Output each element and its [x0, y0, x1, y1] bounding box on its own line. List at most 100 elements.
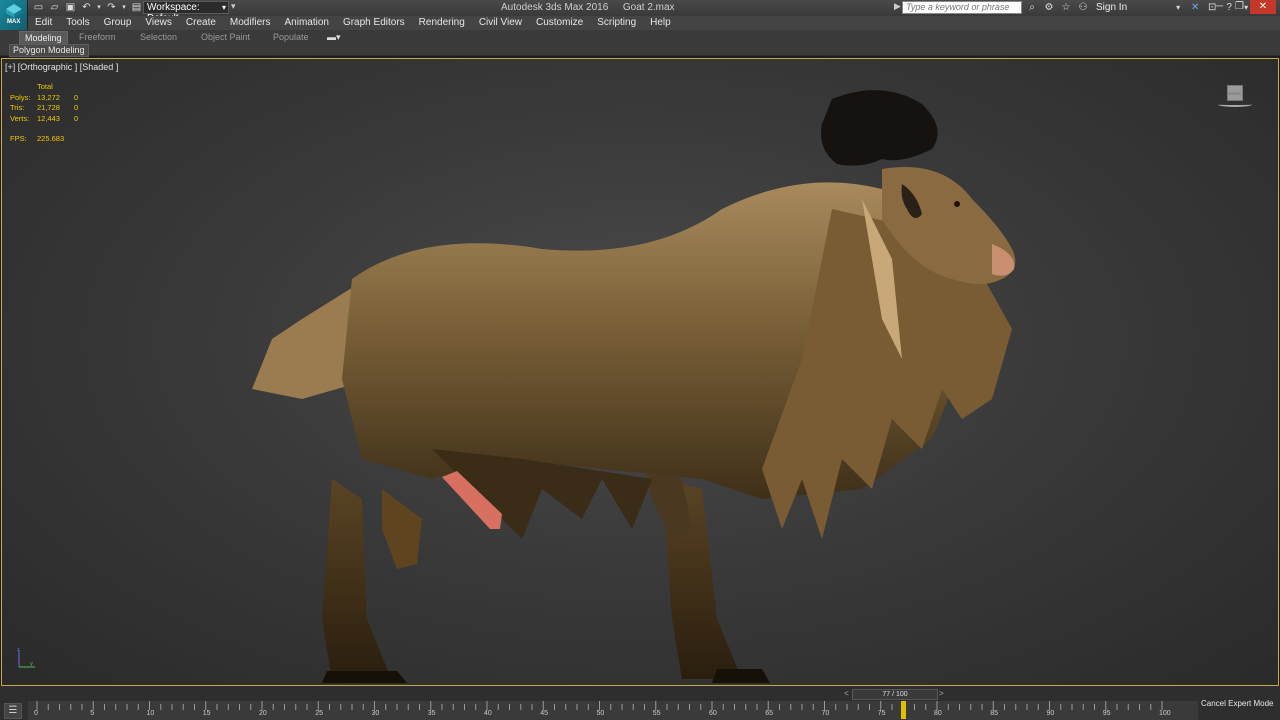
- menu-scripting[interactable]: Scripting: [590, 16, 643, 30]
- stats-total: 12,443: [37, 113, 60, 123]
- track-tick-label: 0: [34, 710, 38, 717]
- menu-create[interactable]: Create: [179, 16, 223, 30]
- menu-civil-view[interactable]: Civil View: [472, 16, 529, 30]
- time-slider[interactable]: 77 / 100: [852, 689, 938, 700]
- tab-selection[interactable]: Selection: [140, 31, 177, 43]
- redo-dropdown-icon[interactable]: ▾: [121, 1, 127, 14]
- chevron-down-icon: ▾: [221, 3, 226, 12]
- app-menu-button[interactable]: MAX: [0, 0, 28, 30]
- stats-row-verts: Verts: 12,443 0: [10, 114, 78, 125]
- user-icon[interactable]: ⚇: [1077, 1, 1089, 14]
- menu-modifiers[interactable]: Modifiers: [223, 16, 278, 30]
- stats-row-tris: Tris: 21,728 0: [10, 103, 78, 114]
- track-tick-label: 80: [934, 710, 942, 717]
- time-slider-next-icon[interactable]: >: [939, 689, 944, 698]
- viewcube[interactable]: RIGHT: [1218, 85, 1252, 107]
- viewport-label[interactable]: [+] [Orthographic ] [Shaded ]: [5, 62, 118, 72]
- star-icon[interactable]: ☆: [1060, 1, 1072, 14]
- toolbar-overflow-icon[interactable]: ▾: [231, 1, 236, 12]
- stats-row-fps: FPS: 225.683: [10, 134, 78, 145]
- tab-object-paint[interactable]: Object Paint: [201, 31, 250, 43]
- menu-help[interactable]: Help: [643, 16, 678, 30]
- track-ticks: [36, 701, 1163, 710]
- subscription-icon[interactable]: ⚙: [1043, 1, 1055, 14]
- tab-freeform[interactable]: Freeform: [79, 31, 116, 43]
- polygon-modeling-panel[interactable]: Polygon Modeling: [9, 44, 89, 57]
- track-tick-label: 60: [709, 710, 717, 717]
- track-tick-label: 75: [877, 710, 886, 717]
- track-tick-label: 100: [1159, 710, 1171, 717]
- undo-dropdown-icon[interactable]: ▾: [96, 1, 102, 14]
- file-name: Goat 2.max: [622, 2, 675, 13]
- track-tick-label: 50: [596, 710, 605, 717]
- 3dsmax-logo-icon: [6, 4, 22, 18]
- save-icon[interactable]: ▣: [64, 1, 77, 14]
- tab-populate[interactable]: Populate: [273, 31, 309, 43]
- playhead[interactable]: [901, 701, 907, 719]
- track-tick-label: 70: [821, 710, 830, 717]
- cancel-expert-mode-button[interactable]: Cancel Expert Mode: [1201, 699, 1273, 708]
- track-bar[interactable]: 0 5 10 15 20 25 30 35 40 45 50 55 60 65 70 75 80 85 90 95 10…: [28, 701, 1198, 720]
- track-tick-label: 55: [652, 710, 661, 717]
- track-tick-label: 40: [484, 710, 492, 717]
- svg-text:y: y: [30, 661, 33, 667]
- svg-text:z: z: [17, 647, 20, 653]
- sign-in-button[interactable]: Sign In: [1096, 2, 1127, 13]
- search-input[interactable]: Type a keyword or phrase: [902, 1, 1022, 14]
- viewport-orthographic[interactable]: [+] [Orthographic ] [Shaded ] Total Poly…: [1, 58, 1279, 686]
- binoculars-icon[interactable]: ⌕: [1026, 1, 1038, 14]
- track-tick-label: 65: [765, 710, 774, 717]
- app-title: Autodesk 3ds Max 2016: [501, 2, 609, 13]
- track-tick-label: 20: [259, 710, 267, 717]
- new-file-icon[interactable]: ▭: [32, 1, 45, 14]
- stats-selected: 0: [74, 92, 79, 102]
- track-tick-label: 25: [315, 710, 324, 717]
- goat-model: [252, 90, 1016, 683]
- fps-value: 225.683: [37, 134, 65, 143]
- stats-selected: 0: [74, 113, 79, 123]
- track-tick-label: 95: [1102, 710, 1111, 717]
- sign-in-dropdown-icon[interactable]: ▾: [1172, 1, 1184, 14]
- menu-tools[interactable]: Tools: [59, 16, 96, 30]
- time-slider-prev-icon[interactable]: <: [844, 689, 849, 698]
- menu-rendering[interactable]: Rendering: [412, 16, 472, 30]
- menu-animation[interactable]: Animation: [277, 16, 335, 30]
- menu-views[interactable]: Views: [138, 16, 179, 30]
- undo-icon[interactable]: ↶: [80, 1, 93, 14]
- stats-selected: 0: [74, 103, 79, 112]
- redo-icon[interactable]: ↷: [105, 1, 118, 14]
- workspace-dropdown[interactable]: Workspace: Default ▾: [143, 1, 229, 24]
- ribbon-panel-bar: Polygon Modeling: [0, 44, 1280, 57]
- menu-customize[interactable]: Customize: [529, 16, 590, 30]
- time-configuration-icon[interactable]: ☰: [4, 703, 22, 719]
- minimize-icon[interactable]: ─: [1210, 0, 1229, 14]
- track-tick-label: 85: [990, 710, 999, 717]
- menu-group[interactable]: Group: [97, 16, 139, 30]
- infocenter-expand-icon[interactable]: ▶: [894, 1, 901, 12]
- close-icon[interactable]: ✕: [1250, 0, 1276, 14]
- main-menu-bar: Edit Tools Group Views Create Modifiers …: [28, 16, 1280, 30]
- menu-graph-editors[interactable]: Graph Editors: [336, 16, 412, 30]
- menu-edit[interactable]: Edit: [28, 16, 59, 30]
- fps-label: FPS:: [10, 134, 27, 143]
- track-tick-label: 30: [371, 710, 380, 717]
- project-folder-icon[interactable]: ▤: [130, 1, 143, 14]
- stats-label: Tris:: [10, 103, 25, 112]
- viewcube-compass-ring[interactable]: [1218, 102, 1252, 107]
- stats-total: 21,728: [37, 103, 60, 112]
- window-title: Autodesk 3ds Max 2016 Goat 2.max: [501, 2, 675, 13]
- window-controls: ─ ❐ ✕: [1210, 0, 1276, 14]
- track-tick-label: 45: [540, 710, 549, 717]
- open-file-icon[interactable]: ▱: [48, 1, 61, 14]
- restore-icon[interactable]: ❐: [1230, 0, 1249, 14]
- stats-total: 13,272: [37, 92, 60, 102]
- stats-label: Verts:: [10, 113, 30, 123]
- viewport-statistics: Total Polys: 13,272 0 Tris: 21,728 0 Ver…: [10, 82, 78, 145]
- tab-modeling[interactable]: Modeling: [19, 31, 68, 45]
- app-logo-label: MAX: [7, 19, 21, 25]
- exchange-apps-icon[interactable]: ✕: [1189, 1, 1201, 14]
- track-tick-label: 5: [90, 710, 95, 717]
- ribbon-toggle-icon[interactable]: ▬▾: [327, 31, 341, 43]
- track-tick-label: 10: [146, 710, 155, 717]
- viewcube-face[interactable]: RIGHT: [1227, 85, 1243, 101]
